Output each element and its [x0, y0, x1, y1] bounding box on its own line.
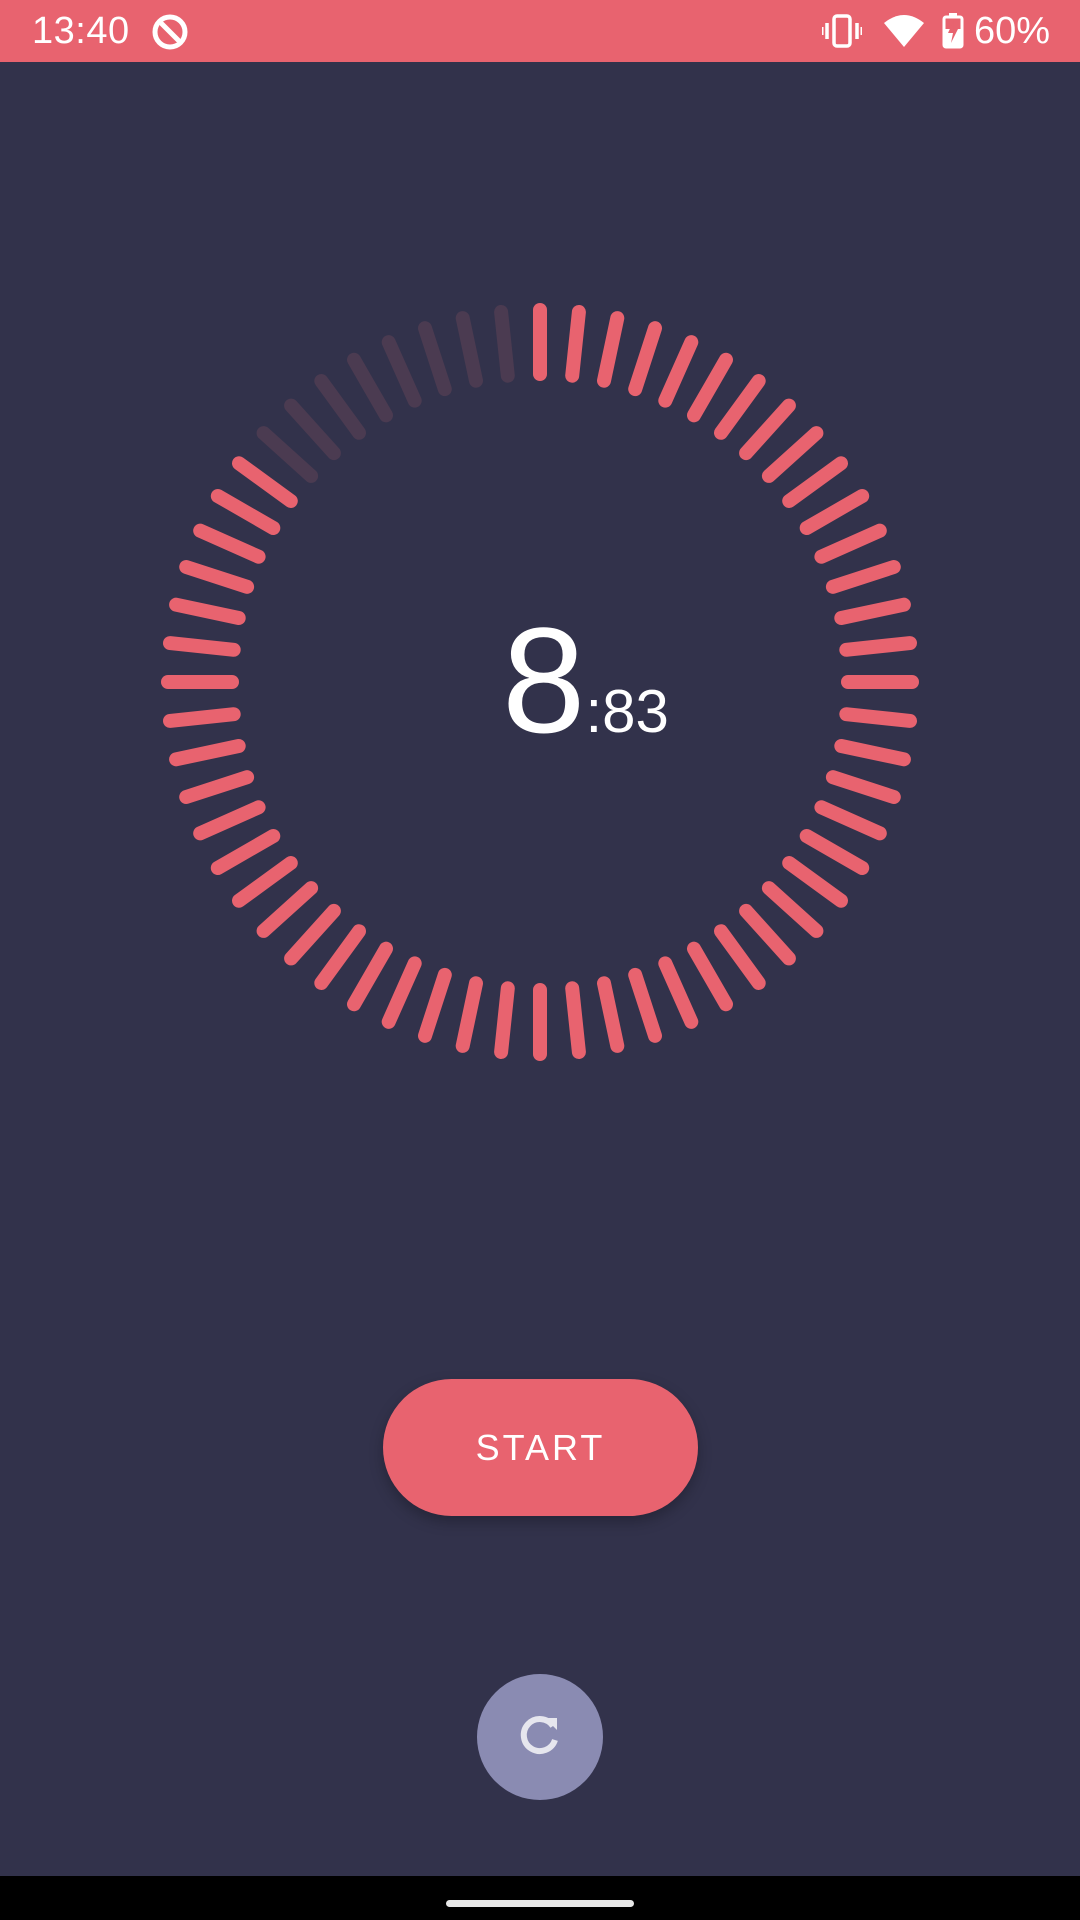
dial-tick-inactive — [314, 374, 366, 440]
dial-tick-active — [814, 800, 887, 841]
dial-tick-active — [597, 976, 625, 1053]
dial-tick-active — [825, 560, 901, 594]
time-display: 8:83 — [0, 605, 1080, 755]
dial-tick-active — [687, 941, 733, 1012]
dial-tick-active — [193, 523, 266, 564]
dial-tick-active — [597, 311, 625, 388]
dial-tick-inactive — [347, 352, 393, 423]
dial-tick-active — [814, 523, 887, 564]
dial-tick-active — [210, 829, 281, 875]
dial-tick-active — [256, 881, 319, 938]
dial-tick-active — [658, 956, 699, 1029]
dial-tick-active — [687, 352, 733, 423]
time-centiseconds: :83 — [585, 678, 669, 745]
dial-tick-inactive — [256, 426, 319, 483]
dial-tick-active — [761, 881, 824, 938]
dial-tick-active — [347, 941, 393, 1012]
dial-tick-active — [739, 903, 796, 966]
dial-tick-active — [782, 856, 848, 908]
dial-tick-active — [210, 489, 281, 535]
start-button[interactable]: START — [383, 1379, 698, 1516]
home-gesture-pill[interactable] — [446, 1900, 634, 1907]
dial-tick-inactive — [381, 335, 422, 408]
dial-tick-active — [782, 456, 848, 508]
dial-tick-active — [565, 981, 586, 1059]
dial-tick-active — [799, 829, 870, 875]
dial-tick-active — [565, 305, 586, 383]
dial-tick-active — [628, 967, 662, 1043]
dial-tick-active — [714, 924, 766, 990]
dial-tick-active — [799, 489, 870, 535]
dial-tick-active — [314, 924, 366, 990]
dial-tick-active — [628, 321, 662, 397]
dial-tick-active — [761, 426, 824, 483]
reset-button[interactable] — [477, 1674, 603, 1800]
dial-tick-active — [658, 335, 699, 408]
dial-tick-active — [284, 903, 341, 966]
refresh-icon — [515, 1710, 565, 1765]
dial-tick-inactive — [284, 398, 341, 461]
dial-tick-active — [179, 770, 255, 804]
dial-tick-inactive — [418, 321, 452, 397]
dial-tick-active — [179, 560, 255, 594]
navigation-bar — [0, 1876, 1080, 1920]
countdown-dial — [161, 303, 919, 1061]
dial-tick-active — [418, 967, 452, 1043]
dial-tick-active — [739, 398, 796, 461]
dial-tick-inactive — [455, 311, 483, 388]
dial-tick-active — [825, 770, 901, 804]
timer-screen: 13:40 60% 8:83 START — [0, 0, 1080, 1920]
dial-tick-active — [381, 956, 422, 1029]
dial-tick-active — [232, 856, 298, 908]
dial-tick-inactive — [494, 305, 515, 383]
time-seconds: 8 — [502, 596, 586, 764]
dial-tick-active — [455, 976, 483, 1053]
dial-tick-active — [193, 800, 266, 841]
dial-tick-active — [232, 456, 298, 508]
dial-tick-active — [714, 374, 766, 440]
dial-tick-active — [494, 981, 515, 1059]
